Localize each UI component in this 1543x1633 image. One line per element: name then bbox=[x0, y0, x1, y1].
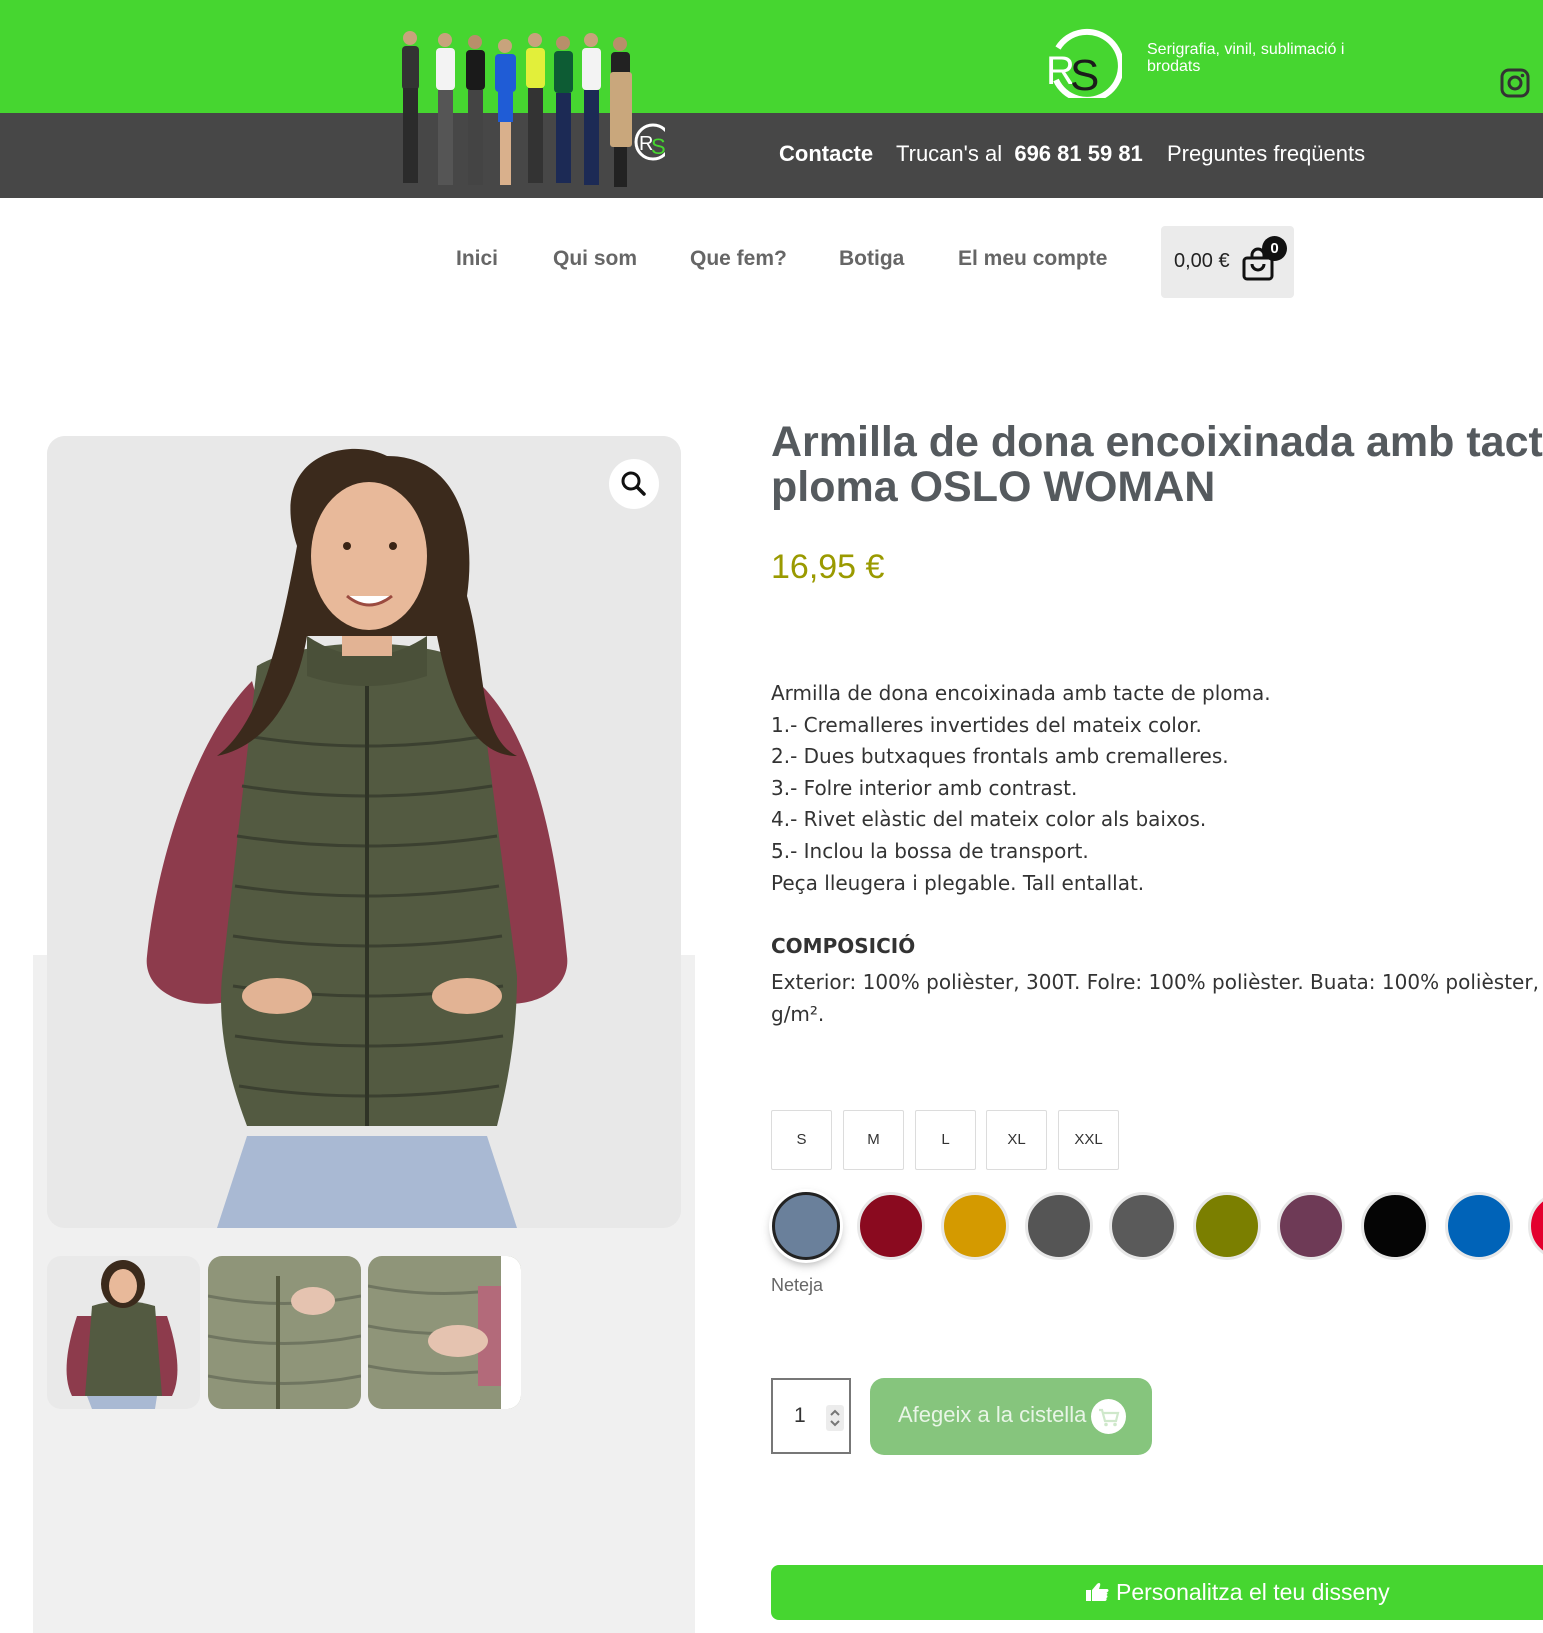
description-line: 5.- Inclou la bossa de transport. bbox=[771, 838, 1089, 863]
add-to-cart-button[interactable]: Afegeix a la cistella bbox=[870, 1378, 1152, 1455]
magnifier-icon[interactable] bbox=[609, 459, 659, 509]
add-to-cart-label: Afegeix a la cistella bbox=[898, 1402, 1087, 1427]
product-price: 16,95 € bbox=[771, 548, 885, 586]
nav-item-el-meu-compte[interactable]: El meu compte bbox=[958, 247, 1107, 271]
color-swatch-plum[interactable] bbox=[1277, 1192, 1345, 1260]
composition-line-2: g/m². bbox=[771, 1002, 825, 1026]
color-swatch-mustard[interactable] bbox=[941, 1192, 1009, 1260]
customize-design-label: Personalitza el teu disseny bbox=[1116, 1579, 1390, 1605]
product-title-line-1: Armilla de dona encoixinada amb tacte bbox=[771, 418, 1543, 466]
svg-text:S: S bbox=[1070, 51, 1099, 98]
product-main-image[interactable] bbox=[47, 436, 681, 1228]
nav-item-qui-som[interactable]: Qui som bbox=[553, 247, 637, 271]
product-description: Armilla de dona encoixinada amb tacte de… bbox=[771, 678, 1271, 899]
product-thumbnail-2[interactable] bbox=[208, 1256, 361, 1409]
cart-amount: 0,00 € bbox=[1174, 250, 1230, 272]
phone-number: 696 81 59 81 bbox=[1014, 141, 1143, 166]
product-title: Armilla de dona encoixinada amb tacte pl… bbox=[771, 420, 1543, 510]
color-swatch-blue-grey[interactable] bbox=[772, 1192, 840, 1260]
svg-text:S: S bbox=[651, 134, 665, 159]
header-team-image: R S bbox=[395, 26, 665, 196]
cart-count-badge: 0 bbox=[1262, 236, 1287, 261]
color-swatch-royal-blue[interactable] bbox=[1445, 1192, 1513, 1260]
phone-link[interactable]: Trucan's al 696 81 59 81 bbox=[896, 141, 1143, 169]
size-option-xxl[interactable]: XXL bbox=[1058, 1110, 1119, 1170]
description-line: Armilla de dona encoixinada amb tacte de… bbox=[771, 681, 1271, 705]
stepper-arrows-icon[interactable] bbox=[826, 1405, 844, 1431]
cart-button[interactable]: 0,00 € 0 bbox=[1161, 226, 1294, 298]
color-swatch-red[interactable] bbox=[1528, 1192, 1543, 1260]
phone-prefix: Trucan's al bbox=[896, 141, 1003, 166]
composition-text: Exterior: 100% polièster, 300T. Folre: 1… bbox=[771, 966, 1543, 1030]
description-line: Peça lleugera i plegable. Tall entallat. bbox=[771, 870, 1145, 895]
color-swatch-black[interactable] bbox=[1361, 1192, 1429, 1260]
nav-item-inici[interactable]: Inici bbox=[456, 247, 498, 271]
description-line: 3.- Folre interior amb contrast. bbox=[771, 775, 1078, 800]
size-option-l[interactable]: L bbox=[915, 1110, 976, 1170]
color-swatch-burgundy[interactable] bbox=[857, 1192, 925, 1260]
nav-item-que-fem[interactable]: Que fem? bbox=[690, 247, 787, 271]
composition-line-1: Exterior: 100% polièster, 300T. Folre: 1… bbox=[771, 970, 1543, 994]
size-option-m[interactable]: M bbox=[843, 1110, 904, 1170]
description-line: 4.- Rivet elàstic del mateix color als b… bbox=[771, 807, 1207, 832]
product-thumbnail-1[interactable] bbox=[47, 1256, 200, 1409]
nav-item-botiga[interactable]: Botiga bbox=[839, 247, 904, 271]
customize-design-button[interactable]: Personalitza el teu disseny bbox=[771, 1565, 1543, 1620]
reset-variations-link[interactable]: Neteja bbox=[771, 1275, 823, 1296]
size-option-s[interactable]: S bbox=[771, 1110, 832, 1170]
product-title-line-2: ploma OSLO WOMAN bbox=[771, 463, 1216, 511]
product-thumbnail-3[interactable] bbox=[368, 1256, 521, 1409]
color-swatch-dark-grey[interactable] bbox=[1109, 1192, 1177, 1260]
header-tagline: Serigrafia, vinil, sublimació i brodats bbox=[1147, 41, 1345, 75]
site-logo[interactable]: R S bbox=[1042, 26, 1122, 98]
composition-heading: COMPOSICIÓ bbox=[771, 934, 916, 958]
quantity-value: 1 bbox=[794, 1404, 806, 1427]
contact-link[interactable]: Contacte bbox=[779, 141, 873, 169]
color-swatch-olive[interactable] bbox=[1193, 1192, 1261, 1260]
description-line: 1.- Cremalleres invertides del mateix co… bbox=[771, 712, 1202, 737]
color-swatch-heather-grey[interactable] bbox=[1025, 1192, 1093, 1260]
quantity-stepper[interactable]: 1 bbox=[771, 1378, 851, 1454]
size-option-xl[interactable]: XL bbox=[986, 1110, 1047, 1170]
cart-icon bbox=[1091, 1399, 1126, 1434]
description-line: 2.- Dues butxaques frontals amb cremalle… bbox=[771, 744, 1229, 769]
instagram-icon[interactable] bbox=[1499, 67, 1531, 99]
pointing-hand-icon bbox=[1084, 1581, 1110, 1603]
faq-link[interactable]: Preguntes freqüents bbox=[1167, 141, 1365, 169]
